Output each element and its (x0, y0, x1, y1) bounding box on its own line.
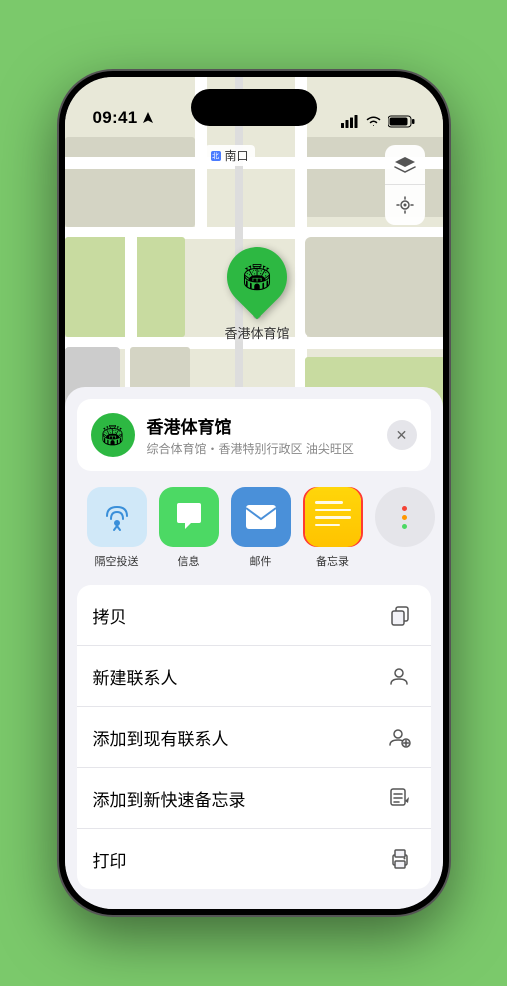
map-north-label: 北 南口 (205, 145, 255, 166)
map-controls (385, 145, 425, 225)
notes-lines (315, 501, 351, 531)
wifi-icon (365, 115, 382, 128)
share-row: 隔空投送 信息 (65, 471, 443, 577)
location-arrow-icon (141, 111, 155, 125)
messages-label: 信息 (178, 553, 200, 569)
notes-line-1 (315, 501, 344, 504)
more-icon-wrap (375, 487, 435, 547)
signal-icon (341, 115, 359, 128)
action-print[interactable]: 打印 (77, 829, 431, 889)
battery-icon (388, 115, 415, 128)
action-copy-label: 拷贝 (93, 603, 127, 628)
dot-red (402, 506, 407, 511)
more-dots (402, 506, 407, 529)
phone-frame: 09:41 (59, 71, 449, 915)
dynamic-island (191, 89, 317, 126)
dot-green (402, 524, 407, 529)
share-item-mail[interactable]: 邮件 (225, 487, 297, 569)
status-time: 09:41 (93, 108, 138, 128)
map-layers-icon (394, 156, 416, 174)
marker-label: 香港体育馆 (225, 323, 290, 342)
location-venue-icon: 🏟 (91, 413, 135, 457)
person-add-icon (385, 661, 415, 691)
action-quick-note[interactable]: 添加到新快速备忘录 (77, 768, 431, 829)
marker-pin: 🏟 (215, 235, 300, 320)
action-list: 拷贝 新建联系人 (77, 585, 431, 889)
person-plus-icon (385, 722, 415, 752)
dot-orange (402, 515, 407, 520)
close-button[interactable]: ✕ (387, 420, 417, 450)
mail-icon-wrap (231, 487, 291, 547)
messages-icon (172, 500, 206, 534)
action-copy[interactable]: 拷贝 (77, 585, 431, 646)
status-icons (341, 115, 415, 128)
notes-label: 备忘录 (316, 553, 349, 569)
action-quick-note-label: 添加到新快速备忘录 (93, 786, 246, 811)
airdrop-icon-wrap (87, 487, 147, 547)
action-new-contact[interactable]: 新建联系人 (77, 646, 431, 707)
messages-icon-wrap (159, 487, 219, 547)
stadium-marker: 🏟 香港体育馆 (225, 247, 290, 342)
print-icon (385, 844, 415, 874)
share-item-notes[interactable]: 备忘录 (297, 487, 369, 569)
share-item-airdrop[interactable]: 隔空投送 (81, 487, 153, 569)
map-label-dot: 北 (211, 151, 221, 161)
share-item-messages[interactable]: 信息 (153, 487, 225, 569)
location-button[interactable] (385, 185, 425, 225)
location-info: 香港体育馆 综合体育馆・香港特别行政区 油尖旺区 (147, 413, 375, 457)
map-layers-button[interactable] (385, 145, 425, 185)
notes-icon-wrap (303, 487, 363, 547)
action-new-contact-label: 新建联系人 (93, 664, 178, 689)
location-name: 香港体育馆 (147, 413, 375, 438)
location-icon (395, 195, 415, 215)
mail-label: 邮件 (250, 553, 272, 569)
phone-screen: 09:41 (65, 77, 443, 909)
copy-icon (385, 600, 415, 630)
share-item-more[interactable] (369, 487, 441, 569)
stadium-icon: 🏟 (240, 262, 273, 293)
mail-icon (244, 503, 278, 531)
notes-line-2 (315, 509, 351, 512)
action-add-existing-label: 添加到现有联系人 (93, 725, 229, 750)
bottom-sheet: 🏟 香港体育馆 综合体育馆・香港特别行政区 油尖旺区 ✕ (65, 387, 443, 909)
airdrop-icon (101, 501, 133, 533)
action-add-existing[interactable]: 添加到现有联系人 (77, 707, 431, 768)
note-icon (385, 783, 415, 813)
notes-line-3 (315, 516, 351, 519)
notes-app-icon (305, 487, 361, 547)
airdrop-label: 隔空投送 (95, 553, 139, 569)
location-subtitle: 综合体育馆・香港特别行政区 油尖旺区 (147, 440, 375, 457)
location-card: 🏟 香港体育馆 综合体育馆・香港特别行政区 油尖旺区 ✕ (77, 399, 431, 471)
notes-line-4 (315, 524, 340, 527)
action-print-label: 打印 (93, 847, 127, 872)
